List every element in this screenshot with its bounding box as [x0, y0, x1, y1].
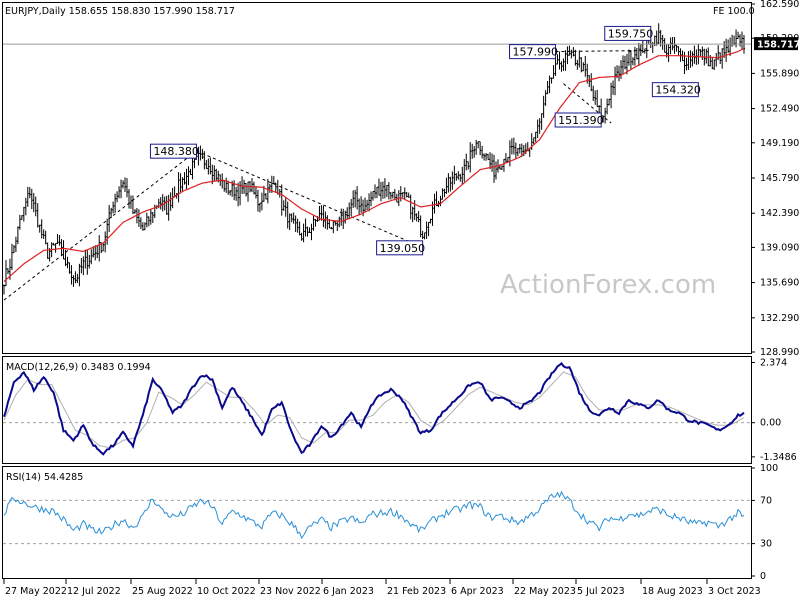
- x-tick-label: 27 May 2022: [5, 586, 67, 597]
- rsi-tick-label: 0: [760, 571, 766, 582]
- fe-label: FE 100.0: [713, 6, 755, 17]
- svg-text:148.380: 148.380: [153, 145, 199, 158]
- price-annotation: 151.390: [554, 112, 604, 128]
- price-tick-label: 162.590: [760, 0, 799, 10]
- current-price-tag: 158.717: [754, 37, 800, 51]
- svg-text:158.717: 158.717: [757, 40, 800, 51]
- price-tick-label: 152.490: [760, 104, 799, 115]
- macd-tick-label: 0.00: [760, 418, 781, 429]
- macd-tick-label: 2.374: [760, 357, 787, 368]
- x-tick-label: 25 Aug 2022: [132, 586, 193, 597]
- chart-title: EURJPY,Daily 158.655 158.830 157.990 158…: [5, 6, 235, 17]
- price-annotation: 139.050: [376, 240, 426, 256]
- rsi-tick-label: 30: [760, 539, 772, 550]
- price-tick-label: 135.690: [760, 278, 799, 289]
- svg-text:159.750: 159.750: [608, 27, 654, 40]
- macd-title: MACD(12,26,9) 0.3483 0.1994: [6, 362, 151, 373]
- chart-window: 162.590159.290155.890152.490149.190145.7…: [0, 0, 800, 600]
- x-tick-label: 12 Jul 2022: [67, 586, 121, 597]
- x-tick-label: 18 Aug 2023: [642, 586, 703, 597]
- price-tick-label: 145.790: [760, 173, 799, 184]
- macd-tick-label: -1.3486: [760, 452, 797, 463]
- x-tick-label: 5 Jul 2023: [577, 586, 625, 597]
- chart-canvas[interactable]: 162.590159.290155.890152.490149.190145.7…: [0, 0, 800, 600]
- price-annotation: 148.380: [149, 143, 199, 159]
- svg-text:157.990: 157.990: [513, 46, 559, 59]
- svg-text:151.390: 151.390: [558, 114, 604, 127]
- svg-text:139.050: 139.050: [380, 242, 426, 255]
- price-tick-label: 128.990: [760, 347, 799, 358]
- x-tick-label: 6 Apr 2023: [451, 586, 504, 597]
- x-tick-label: 22 May 2023: [514, 586, 576, 597]
- x-tick-label: 10 Oct 2022: [197, 586, 256, 597]
- rsi-tick-label: 100: [760, 463, 778, 474]
- rsi-tick-label: 70: [760, 495, 772, 506]
- watermark: ActionForex.com: [500, 270, 716, 300]
- x-tick-label: 21 Feb 2023: [387, 586, 446, 597]
- price-tick-label: 149.190: [760, 138, 799, 149]
- price-tick-label: 155.890: [760, 68, 799, 79]
- x-tick-label: 6 Jan 2023: [323, 586, 374, 597]
- price-annotation: 157.990: [509, 44, 559, 60]
- svg-text:154.320: 154.320: [655, 84, 701, 97]
- rsi-title: RSI(14) 54.4285: [6, 472, 83, 483]
- x-tick-label: 23 Nov 2022: [260, 586, 321, 597]
- price-tick-label: 132.290: [760, 313, 799, 324]
- price-annotation: 154.320: [651, 82, 701, 98]
- x-tick-label: 3 Oct 2023: [708, 586, 761, 597]
- price-tick-label: 139.090: [760, 242, 799, 253]
- price-annotation: 159.750: [604, 25, 654, 41]
- price-tick-label: 142.390: [760, 208, 799, 219]
